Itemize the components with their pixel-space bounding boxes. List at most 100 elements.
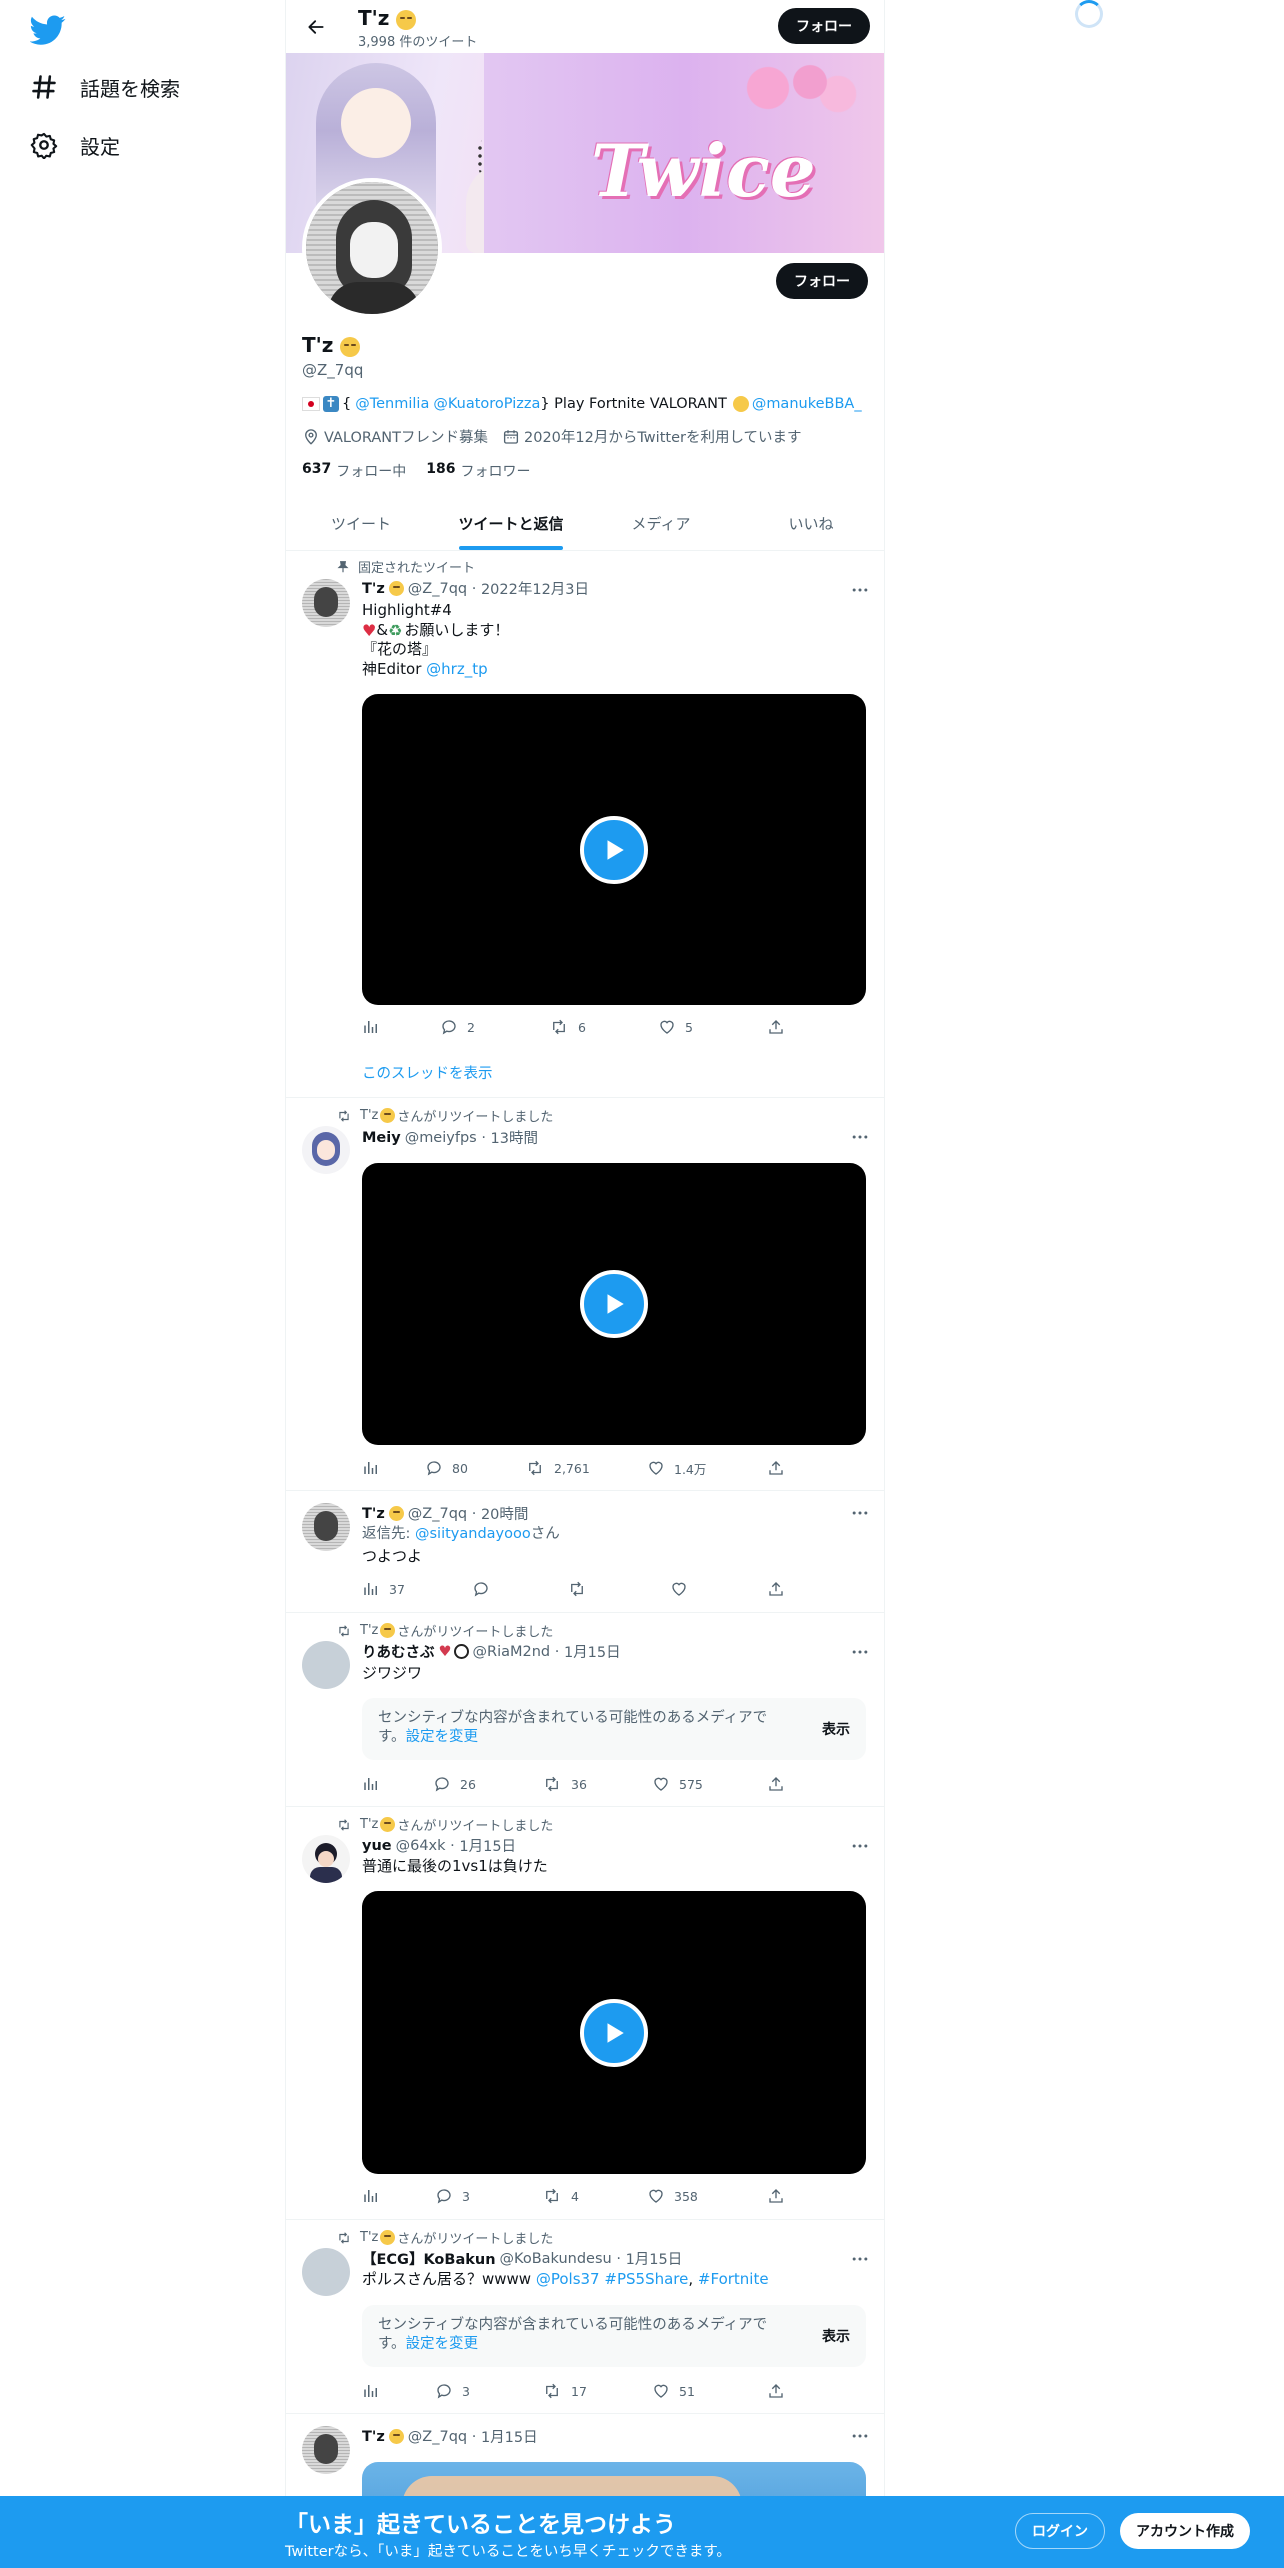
share-button[interactable] — [767, 1580, 785, 1598]
more-options-icon[interactable] — [850, 2249, 870, 2269]
mention-hrz-tp[interactable]: @hrz_tp — [426, 660, 487, 678]
tweet-time[interactable]: 1月15日 — [481, 2426, 538, 2447]
following-link[interactable]: 637 フォロー中 — [302, 461, 406, 481]
more-options-icon[interactable] — [850, 1503, 870, 1523]
share-button[interactable] — [767, 1018, 785, 1036]
reply-button[interactable]: 26 — [433, 1775, 476, 1793]
tweet-time[interactable]: 1月15日 — [459, 1835, 516, 1856]
views-button[interactable] — [362, 2187, 380, 2205]
views-button[interactable] — [362, 1018, 380, 1036]
tweet-avatar[interactable] — [302, 2426, 350, 2474]
like-button[interactable]: 1.4万 — [647, 1459, 706, 1478]
tab-tweets-and-replies[interactable]: ツイートと返信 — [436, 497, 586, 550]
retweet-button[interactable]: 4 — [542, 2187, 579, 2205]
tweet-avatar[interactable] — [302, 1126, 350, 1174]
tweet-avatar[interactable] — [302, 1835, 350, 1883]
share-button[interactable] — [767, 2382, 785, 2400]
pinned-context: 固定されたツイート — [336, 557, 475, 576]
views-button[interactable] — [362, 1775, 380, 1793]
signup-banner-title: 「いま」起きていることを見つけよう — [285, 2512, 676, 2538]
share-button[interactable] — [767, 1775, 785, 1793]
show-thread-link[interactable]: このスレッドを表示 — [362, 1062, 493, 1083]
mention-pols37[interactable]: @Pols37 — [536, 2270, 600, 2288]
more-options-icon[interactable] — [850, 580, 870, 600]
more-options-icon[interactable] — [850, 1642, 870, 1662]
tweet-header: Meiy @meiyfps · 13時間 — [362, 1127, 538, 1148]
reply-icon — [437, 2189, 451, 2204]
retweet-button[interactable]: 2,761 — [525, 1459, 590, 1477]
header-follow-button[interactable]: フォロー — [778, 8, 870, 44]
tweet-reply[interactable]: T'z @Z_7qq · 20時間 返信先: @siityandayoooさん … — [286, 1491, 884, 1613]
bio-mention-manukebba[interactable]: @manukeBBA_ — [752, 396, 862, 412]
reply-button[interactable]: 3 — [435, 2187, 470, 2205]
tweet-video[interactable] — [362, 694, 866, 1005]
more-options-icon[interactable] — [850, 2426, 870, 2446]
reply-to-mention[interactable]: @siityandayooo — [415, 1526, 531, 1542]
tweet-video[interactable] — [362, 1163, 866, 1445]
tab-tweets[interactable]: ツイート — [286, 497, 436, 550]
tweet-time[interactable]: 20時間 — [481, 1503, 528, 1524]
reply-button[interactable] — [472, 1580, 490, 1598]
profile-avatar[interactable] — [302, 178, 442, 318]
play-button[interactable] — [580, 1270, 648, 1338]
location-pin-icon — [305, 428, 317, 445]
play-button[interactable] — [580, 815, 648, 884]
views-button[interactable] — [362, 2382, 380, 2400]
tab-media[interactable]: メディア — [586, 497, 736, 550]
tweet-pinned[interactable]: 固定されたツイート T'z @Z_7qq · 2022年12月3日 Highli… — [286, 551, 884, 1098]
share-button[interactable] — [767, 2187, 785, 2205]
tweet-avatar[interactable] — [302, 579, 350, 627]
tweet-retweet-riam[interactable]: T'z さんがリツイートしました りあむさぶ ♥ @RiaM2nd · 1月15日… — [286, 1613, 884, 1807]
panda-emoji-icon — [453, 1644, 469, 1659]
like-button[interactable]: 358 — [647, 2187, 698, 2205]
login-button[interactable]: ログイン — [1015, 2513, 1105, 2549]
reply-button[interactable]: 2 — [440, 1018, 475, 1036]
reply-button[interactable]: 80 — [425, 1459, 468, 1477]
reply-button[interactable]: 3 — [435, 2382, 470, 2400]
tweet-avatar[interactable] — [302, 1503, 350, 1551]
retweet-button[interactable]: 6 — [549, 1018, 586, 1036]
back-button[interactable] — [298, 9, 334, 45]
bio-mention-tenmilia[interactable]: @Tenmilia — [355, 396, 429, 412]
retweet-button[interactable] — [567, 1580, 587, 1598]
nav-settings[interactable]: 設定 — [30, 120, 120, 170]
play-button[interactable] — [580, 1998, 648, 2067]
tweet-time[interactable]: 2022年12月3日 — [481, 578, 589, 599]
analytics-icon — [364, 1583, 377, 1595]
tweet-avatar[interactable] — [302, 1641, 350, 1689]
tweet-avatar[interactable] — [302, 2248, 350, 2296]
show-media-button[interactable]: 表示 — [822, 2326, 850, 2346]
tweet-time[interactable]: 1月15日 — [626, 2248, 683, 2269]
retweet-button[interactable]: 36 — [542, 1775, 587, 1793]
hashtag-ps5share[interactable]: #PS5Share — [604, 2270, 688, 2288]
tweet-time[interactable]: 1月15日 — [564, 1641, 621, 1662]
followers-link[interactable]: 186 フォロワー — [426, 461, 530, 481]
tweet-retweet-yue[interactable]: T'z さんがリツイートしました yue @64xk · 1月15日 普通に最後の… — [286, 1807, 884, 2220]
change-settings-link[interactable]: 設定を変更 — [406, 1729, 479, 1745]
tweet-video[interactable] — [362, 1891, 866, 2174]
tweet-retweet-kobakun[interactable]: T'z さんがリツイートしました 【ECG】KoBakun @KoBakundes… — [286, 2220, 884, 2414]
like-button[interactable] — [670, 1580, 688, 1598]
change-settings-link[interactable]: 設定を変更 — [406, 2336, 479, 2352]
like-button[interactable]: 51 — [652, 2382, 695, 2400]
tab-likes[interactable]: いいね — [736, 497, 884, 550]
like-button[interactable]: 5 — [658, 1018, 693, 1036]
nav-explore[interactable]: 話題を検索 — [30, 62, 180, 112]
banner-text: Twice — [591, 128, 816, 213]
tweet-retweet-meiy[interactable]: T'z さんがリツイートしました Meiy @meiyfps · 13時間 80 … — [286, 1098, 884, 1491]
bio-mention-kuatoropizza[interactable]: @KuatoroPizza — [433, 396, 540, 412]
hashtag-fortnite[interactable]: #Fortnite — [698, 2270, 769, 2288]
like-button[interactable]: 575 — [652, 1775, 703, 1793]
show-media-button[interactable]: 表示 — [822, 1719, 850, 1739]
signup-button[interactable]: アカウント作成 — [1120, 2513, 1250, 2549]
retweet-button[interactable]: 17 — [542, 2382, 587, 2400]
profile-follow-button[interactable]: フォロー — [776, 263, 868, 299]
retweet-icon — [339, 1109, 349, 1122]
more-options-icon[interactable] — [850, 1127, 870, 1147]
views-button[interactable]: 37 — [362, 1580, 405, 1598]
more-options-icon[interactable] — [850, 1836, 870, 1856]
tweet-time[interactable]: 13時間 — [491, 1127, 538, 1148]
views-button[interactable] — [362, 1459, 380, 1477]
share-button[interactable] — [767, 1459, 785, 1477]
twitter-logo[interactable] — [30, 12, 66, 48]
